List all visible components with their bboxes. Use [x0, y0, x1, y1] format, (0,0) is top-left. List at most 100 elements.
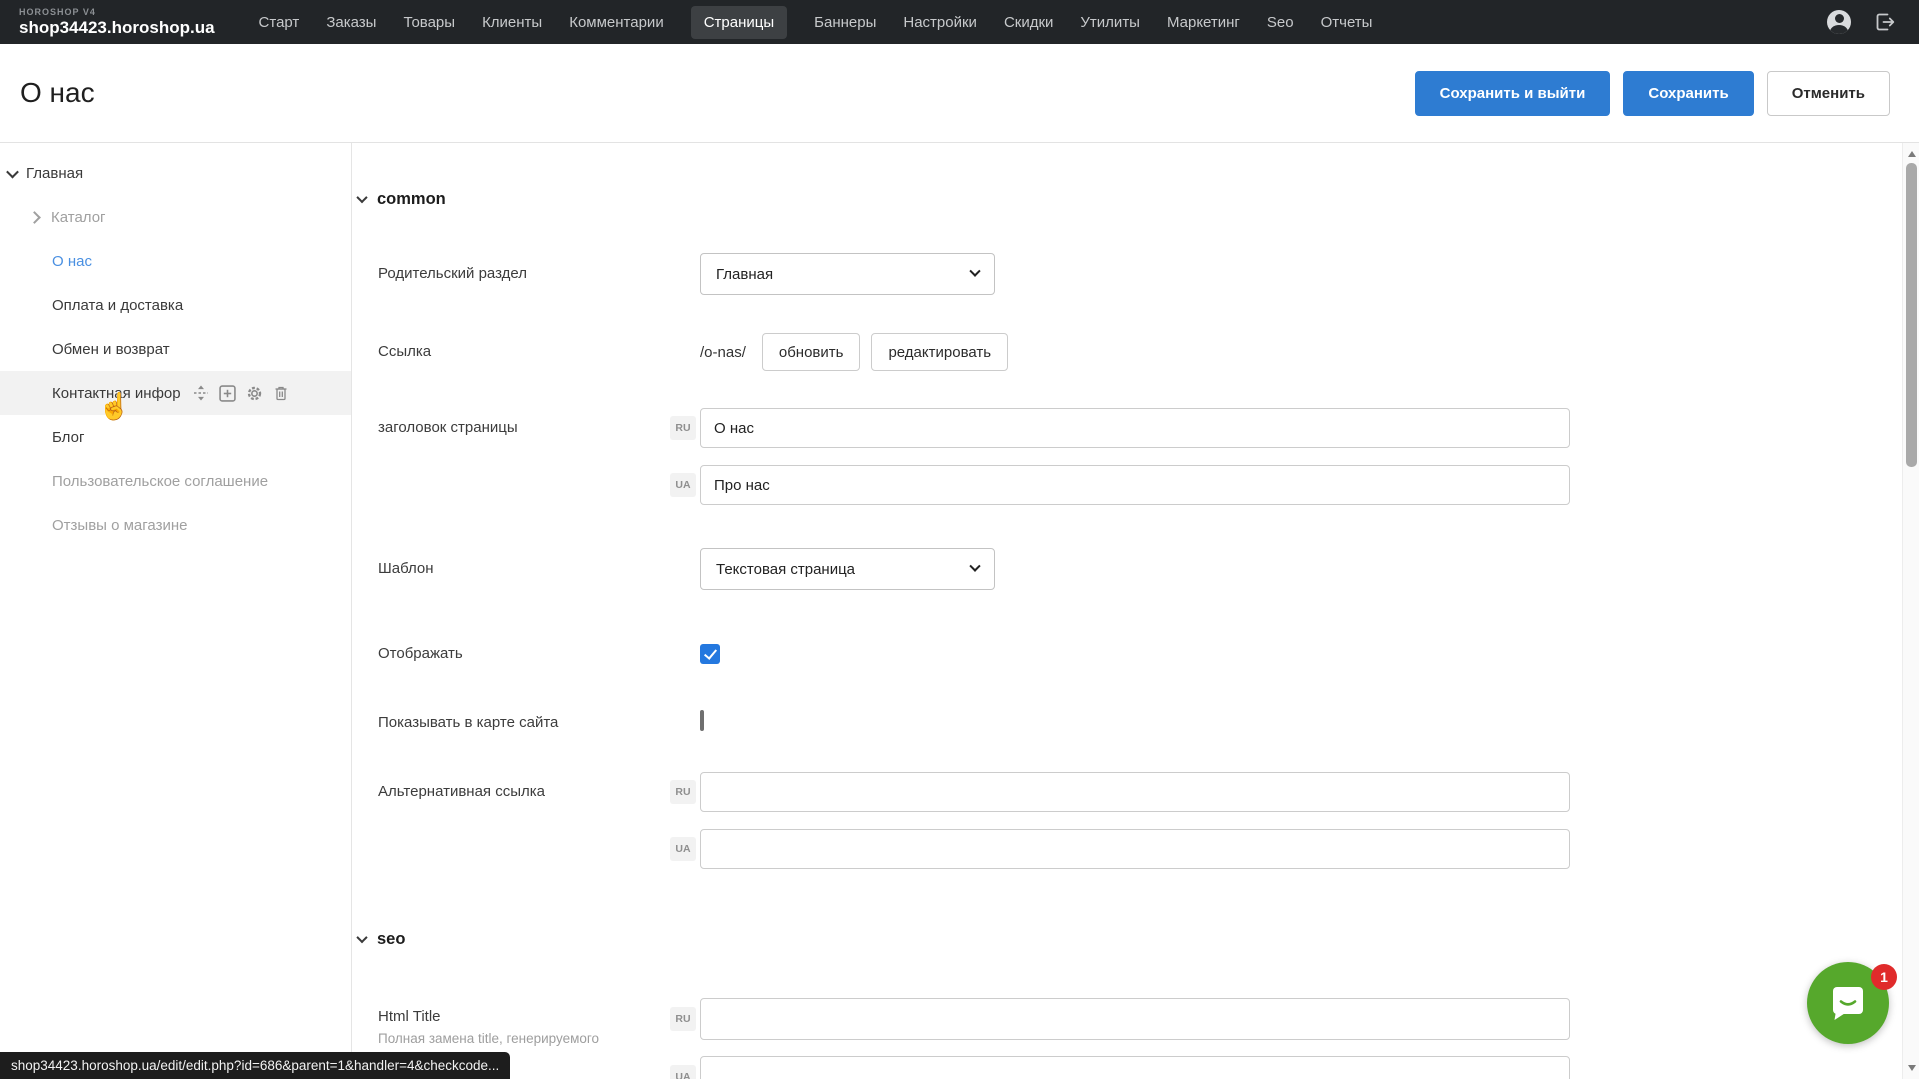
- page-header: О нас Сохранить и выйти Сохранить Отмени…: [0, 44, 1919, 143]
- chat-bubble-icon: [1825, 980, 1871, 1026]
- scrollbar-thumb[interactable]: [1906, 163, 1917, 467]
- page-form: common Родительский раздел Главная Ссылк…: [352, 143, 1902, 1079]
- field-label: Ссылка: [352, 332, 700, 372]
- menu-item-discounts[interactable]: Скидки: [1004, 14, 1053, 31]
- status-url-tooltip: shop34423.horoshop.ua/edit/edit.php?id=6…: [0, 1052, 510, 1079]
- refresh-link-button[interactable]: обновить: [762, 333, 861, 371]
- tree-item-home[interactable]: Главная: [0, 151, 351, 195]
- page-title-ua-input[interactable]: [700, 465, 1570, 505]
- header-buttons: Сохранить и выйти Сохранить Отменить: [1415, 71, 1890, 116]
- tree-item-label: Обмен и возврат: [52, 341, 170, 358]
- tree-item-actions: [193, 385, 289, 402]
- lang-tag-ru: RU: [670, 780, 696, 804]
- tree-item-payment-delivery[interactable]: Оплата и доставка: [0, 283, 351, 327]
- menu-item-products[interactable]: Товары: [403, 14, 455, 31]
- html-title-row: Html Title Полная замена title, генериру…: [352, 998, 1902, 1079]
- section-title: common: [377, 190, 446, 209]
- tree-item-label: Блог: [52, 429, 84, 446]
- tree-item-label: Каталог: [51, 209, 106, 226]
- alt-link-row: Альтернативная ссылка RU UA: [352, 772, 1902, 869]
- page-title-ru-input[interactable]: [700, 408, 1570, 448]
- parent-section-select[interactable]: Главная: [700, 253, 995, 295]
- field-label: Html Title: [378, 1008, 700, 1025]
- lang-tag-ua: UA: [670, 837, 696, 861]
- sitemap-row: Показывать в карте сайта: [352, 712, 1902, 734]
- menu-item-banners[interactable]: Баннеры: [814, 14, 876, 31]
- page-url-value: /o-nas/: [700, 344, 746, 361]
- tree-item-label: Оплата и доставка: [52, 297, 183, 314]
- menu-item-utilities[interactable]: Утилиты: [1080, 14, 1140, 31]
- template-select[interactable]: Текстовая страница: [700, 548, 995, 590]
- lang-tag-ru: RU: [670, 1007, 696, 1031]
- menu-item-seo[interactable]: Seo: [1267, 14, 1294, 31]
- brand-logo[interactable]: HOROSHOP V4 shop34423.horoshop.ua: [19, 8, 215, 36]
- topbar: HOROSHOP V4 shop34423.horoshop.ua Старт …: [0, 0, 1919, 44]
- display-checkbox[interactable]: [700, 644, 720, 664]
- main-menu: Старт Заказы Товары Клиенты Комментарии …: [259, 6, 1373, 39]
- section-title: seo: [377, 930, 405, 949]
- section-common[interactable]: common: [358, 188, 1902, 210]
- scroll-up-arrow-icon[interactable]: [1908, 151, 1916, 157]
- chevron-down-icon[interactable]: [6, 165, 19, 178]
- chat-launcher-button[interactable]: 1: [1807, 962, 1889, 1044]
- section-seo[interactable]: seo: [358, 928, 1902, 950]
- html-title-ru-input[interactable]: [700, 998, 1570, 1040]
- chevron-down-icon: [356, 932, 367, 943]
- sitemap-checkbox[interactable]: [700, 710, 704, 731]
- field-label: Шаблон: [352, 548, 700, 590]
- alt-link-ua-input[interactable]: [700, 829, 1570, 869]
- alt-link-ru-input[interactable]: [700, 772, 1570, 812]
- save-button[interactable]: Сохранить: [1623, 71, 1753, 116]
- tree-item-label: Главная: [26, 165, 83, 182]
- field-label: Альтернативная ссылка: [352, 772, 700, 812]
- chevron-down-icon: [969, 266, 980, 277]
- account-icon[interactable]: [1827, 10, 1851, 34]
- tree-item-label: Контактная инфор: [52, 385, 181, 402]
- tree-item-label: Отзывы о магазине: [52, 517, 187, 534]
- menu-item-reports[interactable]: Отчеты: [1321, 14, 1373, 31]
- field-label-block: Html Title Полная замена title, генериру…: [352, 998, 700, 1046]
- html-title-ua-input[interactable]: [700, 1056, 1570, 1079]
- menu-item-pages[interactable]: Страницы: [691, 6, 787, 39]
- edit-link-button[interactable]: редактировать: [871, 333, 1008, 371]
- delete-icon[interactable]: [273, 385, 289, 401]
- cancel-button[interactable]: Отменить: [1767, 71, 1890, 116]
- page-title-row: заголовок страницы RU UA: [352, 408, 1902, 505]
- select-value: Текстовая страница: [716, 561, 855, 578]
- save-and-exit-button[interactable]: Сохранить и выйти: [1415, 71, 1611, 116]
- settings-icon[interactable]: [246, 385, 263, 402]
- vertical-scrollbar[interactable]: [1902, 143, 1919, 1079]
- brand-version: HOROSHOP V4: [19, 8, 215, 17]
- scroll-down-arrow-icon[interactable]: [1908, 1065, 1916, 1071]
- display-row: Отображать: [352, 643, 1902, 665]
- field-label: Родительский раздел: [352, 253, 700, 295]
- tree-item-label: О нас: [52, 253, 92, 270]
- tree-item-store-reviews[interactable]: Отзывы о магазине: [0, 503, 351, 547]
- menu-item-start[interactable]: Старт: [259, 14, 300, 31]
- menu-item-settings[interactable]: Настройки: [903, 14, 977, 31]
- topbar-icons: [1827, 10, 1897, 34]
- chevron-down-icon: [969, 561, 980, 572]
- menu-item-marketing[interactable]: Маркетинг: [1167, 14, 1240, 31]
- menu-item-clients[interactable]: Клиенты: [482, 14, 542, 31]
- tree-item-exchange-return[interactable]: Обмен и возврат: [0, 327, 351, 371]
- field-label: Показывать в карте сайта: [352, 712, 700, 734]
- menu-item-comments[interactable]: Комментарии: [569, 14, 663, 31]
- menu-item-orders[interactable]: Заказы: [326, 14, 376, 31]
- brand-domain: shop34423.horoshop.ua: [19, 19, 215, 36]
- tree-item-catalog[interactable]: Каталог: [0, 195, 351, 239]
- logout-icon[interactable]: [1873, 10, 1897, 34]
- tree-item-about[interactable]: О нас: [0, 239, 351, 283]
- tree-item-contact-info[interactable]: Контактная инфор: [0, 371, 351, 415]
- tree-item-blog[interactable]: Блог: [0, 415, 351, 459]
- field-hint: Полная замена title, генерируемого: [378, 1031, 700, 1046]
- chevron-right-icon[interactable]: [28, 211, 41, 224]
- tree-item-label: Пользовательское соглашение: [52, 473, 268, 490]
- move-icon[interactable]: [193, 385, 209, 401]
- select-value: Главная: [716, 266, 773, 283]
- link-row: Ссылка /o-nas/ обновить редактировать: [352, 332, 1902, 372]
- template-row: Шаблон Текстовая страница: [352, 548, 1902, 590]
- page-title: О нас: [20, 77, 95, 109]
- tree-item-user-agreement[interactable]: Пользовательское соглашение: [0, 459, 351, 503]
- add-icon[interactable]: [219, 385, 236, 402]
